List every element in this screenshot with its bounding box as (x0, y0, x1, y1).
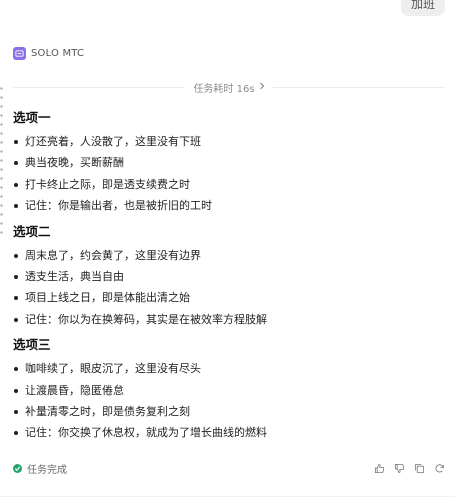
copy-icon[interactable] (414, 463, 425, 474)
list-item: 咖啡续了，眼皮沉了，这里没有尽头 (13, 358, 443, 379)
message-actions (374, 463, 445, 474)
list-item: 周末息了，约会黄了，这里没有边界 (13, 245, 443, 266)
section-title: 选项二 (13, 223, 51, 239)
refresh-icon[interactable] (434, 463, 445, 474)
divider-line-right (272, 86, 445, 88)
thumbs-down-icon[interactable] (394, 463, 405, 474)
list-item: 记住：你是输出者，也是被折旧的工时 (13, 195, 443, 216)
list-item: 灯还亮着，人没散了，这里没有下班 (13, 131, 443, 152)
scroll-rail (0, 84, 3, 234)
option-section: 选项一 灯还亮着，人没散了，这里没有下班 典当夜晚，买断薪酬 打卡终止之际，即是… (13, 108, 443, 217)
task-duration-toggle[interactable]: 任务耗时 16s (185, 80, 272, 95)
section-title: 选项三 (13, 337, 51, 353)
task-duration-label: 任务耗时 16s (193, 83, 255, 95)
list-item: 记住：你交换了休息权，就成为了增长曲线的燃料 (13, 422, 443, 443)
message-content: 选项一 灯还亮着，人没散了，这里没有下班 典当夜晚，买断薪酬 打卡终止之际，即是… (13, 108, 443, 449)
chat-page: 加班 SOLO MTC 任务耗时 16s 选项一 灯还亮着，人没散了，这里没有下… (0, 0, 455, 500)
list-item: 让渡晨昏，隐匿倦怠 (13, 380, 443, 401)
divider-line-left (13, 86, 186, 88)
user-message-bubble: 加班 (400, 0, 445, 16)
agent-header: SOLO MTC (13, 47, 84, 60)
user-message-text: 加班 (410, 0, 435, 11)
list-item: 补量清零之时，即是债务复利之刻 (13, 401, 443, 422)
section-title: 选项一 (13, 110, 51, 125)
option-section: 选项三 咖啡续了，眼皮沉了，这里没有尽头 让渡晨昏，隐匿倦怠 补量清零之时，即是… (13, 335, 443, 444)
task-duration-divider[interactable]: 任务耗时 16s (13, 80, 445, 95)
task-status: 任务完成 (13, 461, 67, 476)
list-item: 透支生活，典当自由 (13, 266, 443, 287)
list-item: 项目上线之日，即是体能出清之始 (13, 287, 443, 308)
terminal-icon (13, 47, 26, 60)
option-section: 选项二 周末息了，约会黄了，这里没有边界 透支生活，典当自由 项目上线之日，即是… (13, 222, 443, 331)
bottom-divider (0, 496, 455, 497)
chevron-right-icon (259, 82, 265, 93)
message-footer: 任务完成 (13, 460, 445, 476)
list-item: 典当夜晚，买断薪酬 (13, 152, 443, 173)
list-item: 打卡终止之际，即是透支续费之时 (13, 174, 443, 195)
check-circle-icon (13, 463, 22, 473)
agent-name: SOLO MTC (31, 48, 85, 59)
list-item: 记住：你以为在换筹码，其实是在被效率方程肢解 (13, 309, 443, 330)
thumbs-up-icon[interactable] (374, 463, 385, 474)
task-status-label: 任务完成 (27, 464, 67, 476)
